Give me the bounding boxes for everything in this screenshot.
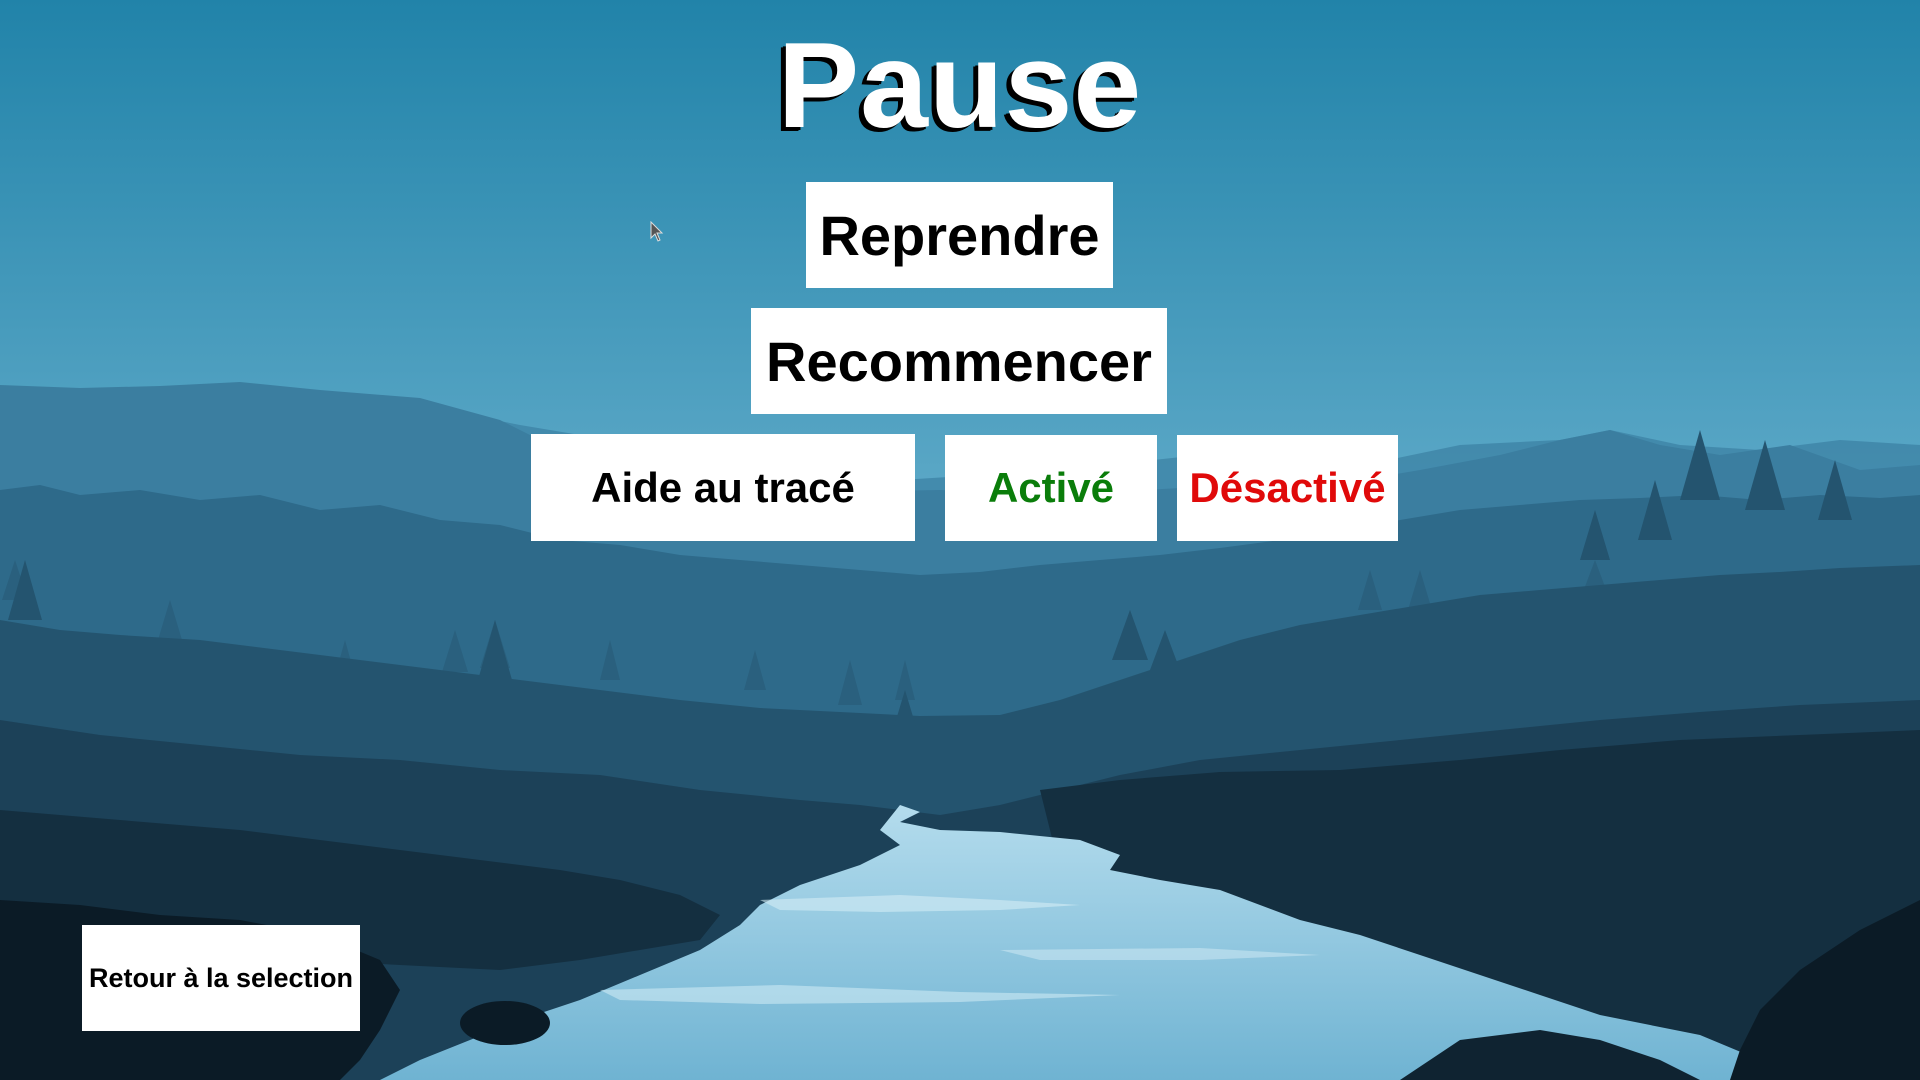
restart-button[interactable]: Recommencer xyxy=(751,308,1167,414)
drawing-aid-disabled-button[interactable]: Désactivé xyxy=(1177,435,1398,541)
resume-button[interactable]: Reprendre xyxy=(806,182,1113,288)
drawing-aid-label: Aide au tracé xyxy=(531,434,915,541)
pause-screen: Pause Reprendre Recommencer Aide au trac… xyxy=(0,0,1920,1080)
pause-title: Pause xyxy=(777,17,1143,153)
drawing-aid-enabled-button[interactable]: Activé xyxy=(945,435,1157,541)
back-to-selection-button[interactable]: Retour à la selection xyxy=(82,925,360,1031)
mouse-pointer-icon xyxy=(650,221,664,242)
